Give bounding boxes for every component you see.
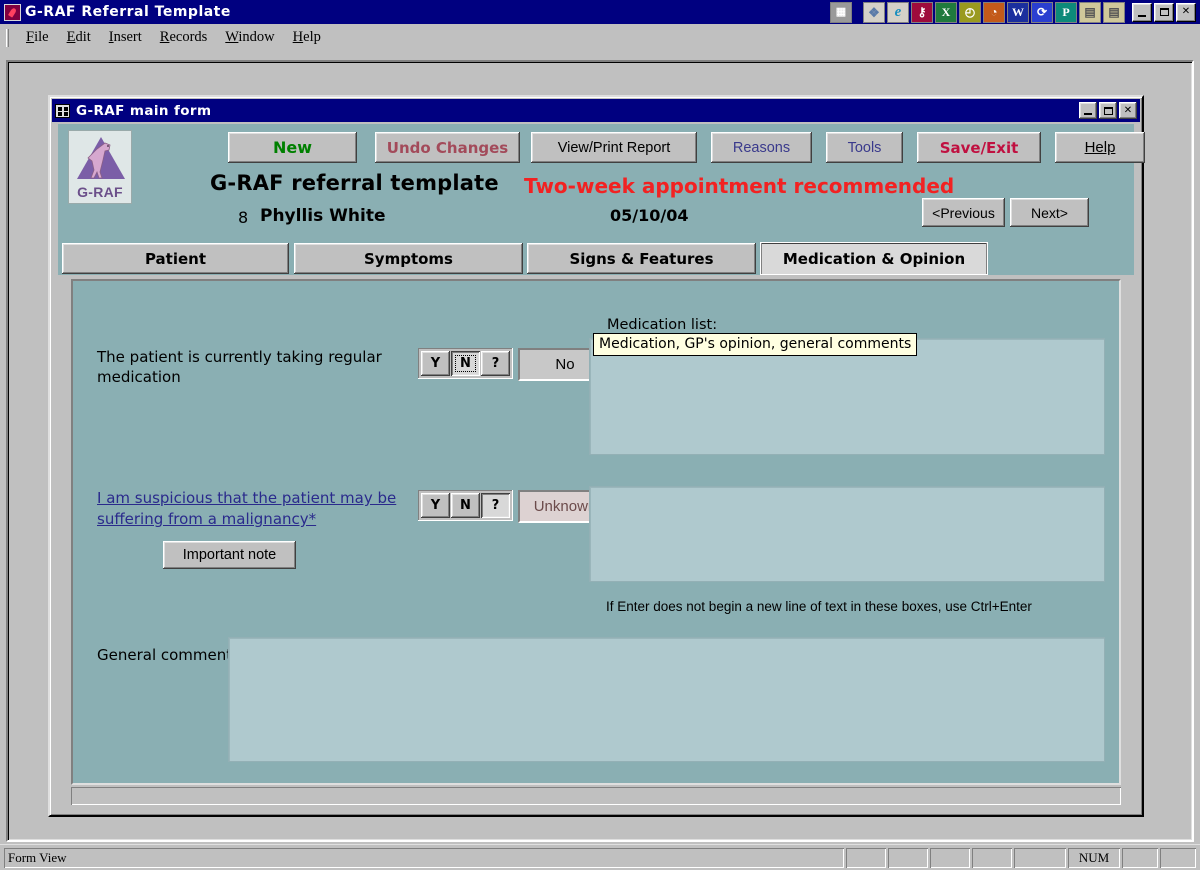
form-body: G-RAF New Undo Changes View/Print Report… (52, 124, 1140, 813)
internet-explorer-icon[interactable]: e (887, 2, 909, 23)
form-detail-area: The patient is currently taking regular … (58, 275, 1134, 807)
app-title: G-RAF Referral Template (25, 4, 231, 20)
q1-option-yes[interactable]: Y (421, 351, 450, 376)
important-note-button[interactable]: Important note (163, 541, 296, 569)
reasons-button[interactable]: Reasons (711, 132, 812, 163)
opinion-textarea[interactable] (589, 486, 1105, 582)
child-window-titlebar: G-RAF main form ✕ (52, 99, 1140, 122)
new-button[interactable]: New (228, 132, 357, 163)
window-controls[interactable]: ✕ (1132, 3, 1196, 22)
outlook-icon[interactable]: ⟳ (1031, 2, 1053, 23)
folder-icon[interactable]: ▤ (1103, 2, 1125, 23)
minimize-button[interactable] (1132, 3, 1152, 22)
q1-label: The patient is currently taking regular … (97, 347, 417, 387)
statusbar-indicator (972, 848, 1012, 868)
child-window-graf-main-form: G-RAF main form ✕ G-R (48, 95, 1144, 817)
q2-option-unknown[interactable]: ? (481, 493, 510, 518)
q2-label-line2: suffering from a malignancy* (97, 510, 316, 528)
menu-item-file[interactable]: File (17, 27, 58, 48)
menu-grip (6, 29, 9, 47)
form-header: G-RAF New Undo Changes View/Print Report… (58, 124, 1134, 242)
statusbar-indicator (846, 848, 886, 868)
form-heading: G-RAF referral template (210, 171, 499, 195)
application-window: G-RAF Referral Template ▦ ❖ e ⚷ X ◴ ◔ W … (0, 0, 1200, 870)
warning-banner: Two-week appointment recommended (524, 174, 954, 198)
q1-yn-toggle-group[interactable]: Y N ? (418, 348, 513, 379)
statusbar: Form View NUM (0, 844, 1200, 870)
undo-changes-button[interactable]: Undo Changes (375, 132, 520, 163)
view-print-report-button[interactable]: View/Print Report (531, 132, 697, 163)
show-desktop-icon[interactable]: ❖ (863, 2, 885, 23)
q2-yn-toggle-group[interactable]: Y N ? (418, 490, 513, 521)
patient-number: 8 (238, 208, 248, 227)
publisher-icon[interactable]: P (1055, 2, 1077, 23)
tools-button[interactable]: Tools (826, 132, 903, 163)
help-button[interactable]: Help (1055, 132, 1145, 163)
tab-patient[interactable]: Patient (62, 243, 289, 274)
tab-signs-and-features[interactable]: Signs & Features (527, 243, 756, 274)
titlebar: G-RAF Referral Template ▦ ❖ e ⚷ X ◴ ◔ W … (0, 0, 1200, 24)
q2-option-no[interactable]: N (451, 493, 480, 518)
q2-label-link[interactable]: I am suspicious that the patient may be … (97, 488, 407, 530)
form-toolbar[interactable]: New Undo Changes View/Print Report Reaso… (58, 124, 1134, 164)
previous-record-button[interactable]: <Previous (922, 198, 1005, 227)
child-close-button[interactable]: ✕ (1119, 102, 1137, 119)
graf-logo-caption: G-RAF (77, 184, 123, 200)
general-comments-label: General comments: (97, 646, 245, 664)
medication-tooltip: Medication, GP's opinion, general commen… (593, 333, 917, 356)
statusbar-indicator (930, 848, 970, 868)
menubar[interactable]: File Edit Insert Records Window Help (0, 24, 1200, 52)
powerpoint-icon[interactable]: ◔ (983, 2, 1005, 23)
q1-option-unknown[interactable]: ? (481, 351, 510, 376)
patient-name: Phyllis White (260, 206, 386, 226)
referral-date: 05/10/04 (610, 206, 688, 225)
enter-key-hint: If Enter does not begin a new line of te… (606, 599, 1032, 614)
office-shortcut-bar-icon[interactable]: ▦ (830, 2, 852, 23)
restore-button[interactable] (1154, 3, 1174, 22)
child-window-title: G-RAF main form (76, 103, 211, 119)
menu-item-window[interactable]: Window (216, 27, 283, 48)
menu-item-edit[interactable]: Edit (58, 27, 100, 48)
child-minimize-button[interactable] (1079, 102, 1097, 119)
medication-list-label: Medication list: (607, 317, 717, 333)
child-window-controls[interactable]: ✕ (1079, 102, 1139, 119)
tab-medication-and-opinion[interactable]: Medication & Opinion (760, 242, 988, 275)
child-restore-button[interactable] (1099, 102, 1117, 119)
menu-item-records[interactable]: Records (151, 27, 217, 48)
statusbar-indicator (888, 848, 928, 868)
horizontal-scrollbar[interactable] (71, 787, 1121, 805)
access-icon[interactable]: ⚷ (911, 2, 933, 23)
statusbar-indicator (1014, 848, 1066, 868)
clock-icon[interactable]: ◴ (959, 2, 981, 23)
statusbar-indicator-num: NUM (1068, 848, 1120, 868)
menu-item-help[interactable]: Help (284, 27, 330, 48)
q1-option-no[interactable]: N (451, 351, 480, 376)
q2-option-yes[interactable]: Y (421, 493, 450, 518)
q2-label-line1: I am suspicious that the patient may be (97, 489, 396, 507)
statusbar-message: Form View (4, 848, 844, 868)
close-button[interactable]: ✕ (1176, 3, 1196, 22)
tab-symptoms[interactable]: Symptoms (294, 243, 523, 274)
statusbar-indicator (1122, 848, 1158, 868)
next-record-button[interactable]: Next> (1010, 198, 1089, 227)
form-grid-icon (55, 104, 70, 118)
mdi-client-area: G-RAF main form ✕ G-R (6, 60, 1194, 842)
save-exit-button[interactable]: Save/Exit (917, 132, 1041, 163)
key-icon (4, 4, 21, 21)
quick-launch-toolbar[interactable]: ▦ ❖ e ⚷ X ◴ ◔ W ⟳ P ▤ ▤ (829, 0, 1126, 24)
tab-strip[interactable]: Patient Symptoms Signs & Features Medica… (58, 242, 1134, 275)
general-comments-textarea[interactable] (228, 637, 1105, 762)
menu-item-insert[interactable]: Insert (100, 27, 151, 48)
statusbar-indicator (1160, 848, 1196, 868)
medication-opinion-panel: The patient is currently taking regular … (71, 279, 1121, 785)
folder-icon[interactable]: ▤ (1079, 2, 1101, 23)
excel-icon[interactable]: X (935, 2, 957, 23)
word-icon[interactable]: W (1007, 2, 1029, 23)
